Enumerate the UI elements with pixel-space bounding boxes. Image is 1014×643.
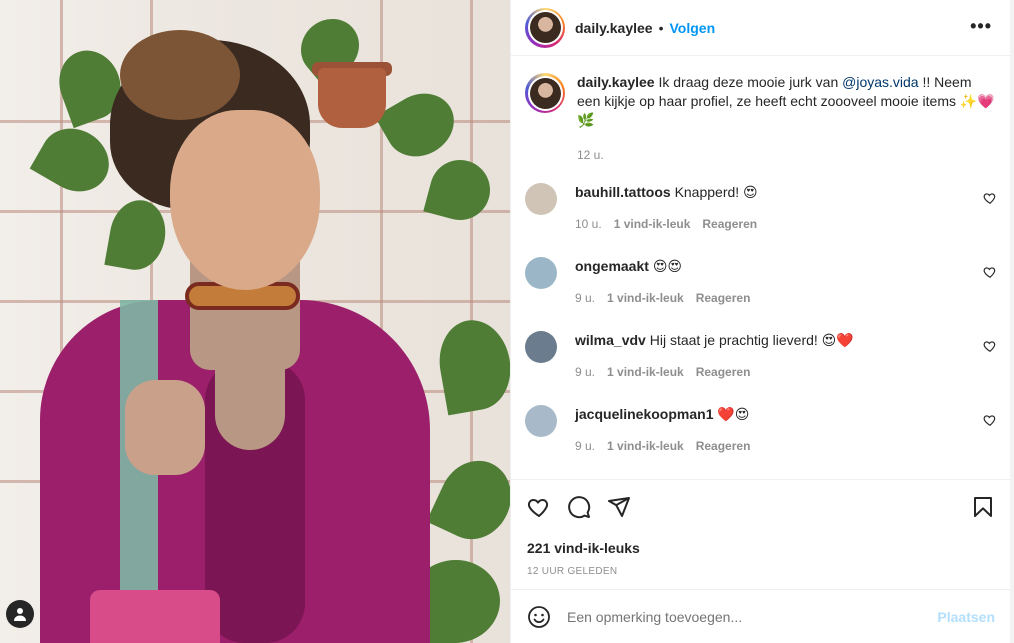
- reply-button[interactable]: Reageren: [696, 437, 751, 455]
- comment-item: ongemaakt 😍😍 9 u. 1 vind-ik-leuk Reagere…: [511, 257, 1011, 331]
- window-edge: [1010, 0, 1014, 643]
- comment-meta: 10 u. 1 vind-ik-leuk Reageren: [575, 215, 758, 233]
- caption-author-avatar[interactable]: [525, 73, 565, 113]
- post-header: daily.kaylee • Volgen •••: [511, 0, 1010, 56]
- comment-timestamp[interactable]: 9 u.: [575, 289, 595, 307]
- comment-likes[interactable]: 1 vind-ik-leuk: [607, 437, 684, 455]
- comment-username[interactable]: wilma_vdv: [575, 332, 646, 348]
- post-details-panel: daily.kaylee • Volgen ••• daily.kaylee I…: [510, 0, 1011, 643]
- author-username[interactable]: daily.kaylee: [575, 20, 653, 36]
- plant-leaf: [374, 81, 466, 169]
- comment-username[interactable]: bauhill.tattoos: [575, 184, 671, 200]
- save-bookmark-icon[interactable]: [971, 495, 995, 519]
- user-icon: [14, 608, 26, 621]
- comment-bubble-icon[interactable]: [567, 495, 591, 519]
- comment-timestamp[interactable]: 9 u.: [575, 437, 595, 455]
- comment-username[interactable]: jacquelinekoopman1: [575, 406, 713, 422]
- like-comment-heart-icon[interactable]: [983, 191, 997, 205]
- caption-mention-link[interactable]: @joyas.vida: [842, 74, 918, 90]
- reply-button[interactable]: Reageren: [702, 215, 757, 233]
- comment-username[interactable]: ongemaakt: [575, 258, 649, 274]
- like-comment-heart-icon[interactable]: [983, 413, 997, 427]
- share-paper-plane-icon[interactable]: [607, 495, 631, 519]
- author-avatar[interactable]: [525, 7, 565, 48]
- post-photo[interactable]: [0, 0, 510, 643]
- plant-pot: [318, 68, 386, 128]
- comment-meta: 9 u. 1 vind-ik-leuk Reageren: [575, 289, 750, 307]
- comment-text: Hij staat je prachtig lieverd! 😍❤️: [649, 332, 854, 348]
- avatar-image: [529, 77, 561, 109]
- comment-item: bauhill.tattoos Knapperd! 😍 10 u. 1 vind…: [511, 183, 1011, 257]
- add-comment-bar: Plaatsen: [511, 589, 1011, 643]
- emoji-smiley-icon[interactable]: [527, 605, 551, 629]
- action-icons-row: [527, 494, 995, 520]
- comment-meta: 9 u. 1 vind-ik-leuk Reageren: [575, 363, 854, 381]
- reply-button[interactable]: Reageren: [696, 363, 751, 381]
- post-caption: daily.kaylee Ik draag deze mooie jurk va…: [511, 57, 1011, 165]
- comment-timestamp[interactable]: 9 u.: [575, 363, 595, 381]
- comment-text: Knapperd! 😍: [674, 184, 758, 200]
- caption-timestamp[interactable]: 12 u.: [577, 146, 604, 165]
- person-hair-bun: [120, 30, 240, 120]
- comment-body: jacquelinekoopman1 ❤️😍 9 u. 1 vind-ik-le…: [575, 405, 750, 479]
- comment-item: jacquelinekoopman1 ❤️😍 9 u. 1 vind-ik-le…: [511, 405, 1011, 479]
- comment-text: 😍😍: [652, 258, 683, 274]
- comment-likes[interactable]: 1 vind-ik-leuk: [614, 215, 691, 233]
- commenter-avatar[interactable]: [525, 331, 557, 363]
- follow-button[interactable]: Volgen: [669, 20, 715, 36]
- comment-item: wilma_vdv Hij staat je prachtig lieverd!…: [511, 331, 1011, 405]
- plant-leaf: [423, 153, 497, 227]
- avatar-image: [529, 12, 561, 43]
- avatar-border: [527, 10, 563, 45]
- caption-text: Ik draag deze mooie jurk van: [654, 74, 843, 90]
- like-heart-icon[interactable]: [527, 495, 551, 519]
- tagged-users-button[interactable]: [6, 600, 34, 628]
- comment-meta: 9 u. 1 vind-ik-leuk Reageren: [575, 437, 750, 455]
- plant-leaf: [426, 448, 510, 552]
- comment-input[interactable]: [567, 608, 907, 625]
- comment-likes[interactable]: 1 vind-ik-leuk: [607, 289, 684, 307]
- comment-body: wilma_vdv Hij staat je prachtig lieverd!…: [575, 331, 854, 405]
- comment-likes[interactable]: 1 vind-ik-leuk: [607, 363, 684, 381]
- comments-list[interactable]: daily.kaylee Ik draag deze mooie jurk va…: [511, 57, 1011, 479]
- comment-text: ❤️😍: [717, 406, 750, 422]
- post-actions: 221 vind-ik-leuks 12 UUR GELEDEN: [511, 479, 1011, 577]
- plant-leaf: [104, 195, 171, 275]
- commenter-avatar[interactable]: [525, 405, 557, 437]
- person-chest: [215, 330, 285, 450]
- commenter-avatar[interactable]: [525, 257, 557, 289]
- plant-leaf: [432, 314, 510, 416]
- comment-body: ongemaakt 😍😍 9 u. 1 vind-ik-leuk Reagere…: [575, 257, 750, 331]
- person-face: [170, 110, 320, 290]
- post-comment-button[interactable]: Plaatsen: [937, 609, 995, 625]
- plant-leaf: [29, 116, 121, 204]
- person-hand: [125, 380, 205, 475]
- post-timestamp[interactable]: 12 UUR GELEDEN: [527, 566, 995, 577]
- separator-dot: •: [658, 19, 664, 36]
- more-options-icon[interactable]: •••: [970, 16, 992, 37]
- comment-body: bauhill.tattoos Knapperd! 😍 10 u. 1 vind…: [575, 183, 758, 257]
- likes-count[interactable]: 221 vind-ik-leuks: [527, 540, 995, 556]
- avatar-border: [527, 75, 563, 111]
- comment-timestamp[interactable]: 10 u.: [575, 215, 602, 233]
- caption-text-block: daily.kaylee Ik draag deze mooie jurk va…: [577, 73, 997, 165]
- commenter-avatar[interactable]: [525, 183, 557, 215]
- reply-button[interactable]: Reageren: [696, 289, 751, 307]
- caption-username[interactable]: daily.kaylee: [577, 74, 655, 90]
- like-comment-heart-icon[interactable]: [983, 265, 997, 279]
- caption-meta: 12 u.: [577, 146, 997, 165]
- like-comment-heart-icon[interactable]: [983, 339, 997, 353]
- bag: [90, 590, 220, 643]
